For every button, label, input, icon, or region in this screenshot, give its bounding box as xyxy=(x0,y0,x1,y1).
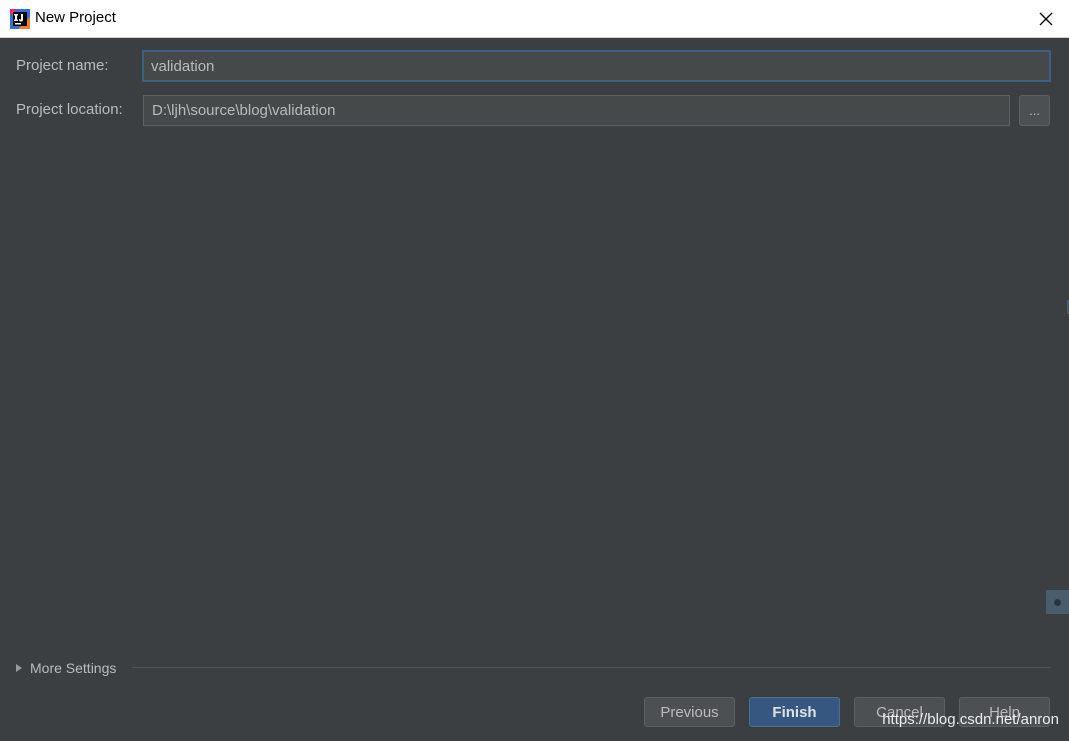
title-bar: New Project xyxy=(0,0,1069,38)
more-settings-separator xyxy=(132,667,1050,668)
more-settings-label: More Settings xyxy=(30,660,117,676)
new-project-dialog: New Project Project name: Project locati… xyxy=(0,0,1069,741)
dot-icon xyxy=(1054,598,1061,606)
browse-location-button[interactable]: ... xyxy=(1019,95,1050,126)
side-panel-handle[interactable] xyxy=(1046,590,1069,614)
intellij-idea-icon xyxy=(10,9,30,29)
close-button[interactable] xyxy=(1023,0,1069,38)
previous-button[interactable]: Previous xyxy=(644,697,735,727)
finish-button[interactable]: Finish xyxy=(749,697,840,727)
more-settings-toggle[interactable]: More Settings xyxy=(16,659,116,677)
project-name-input[interactable] xyxy=(142,50,1051,82)
dialog-title: New Project xyxy=(35,9,116,26)
project-location-label: Project location: xyxy=(16,101,123,118)
close-icon xyxy=(1039,12,1053,26)
project-location-input[interactable] xyxy=(143,95,1010,126)
project-name-label: Project name: xyxy=(16,57,109,74)
watermark-text: https://blog.csdn.net/anron xyxy=(882,711,1059,728)
expand-triangle-icon xyxy=(16,664,22,672)
